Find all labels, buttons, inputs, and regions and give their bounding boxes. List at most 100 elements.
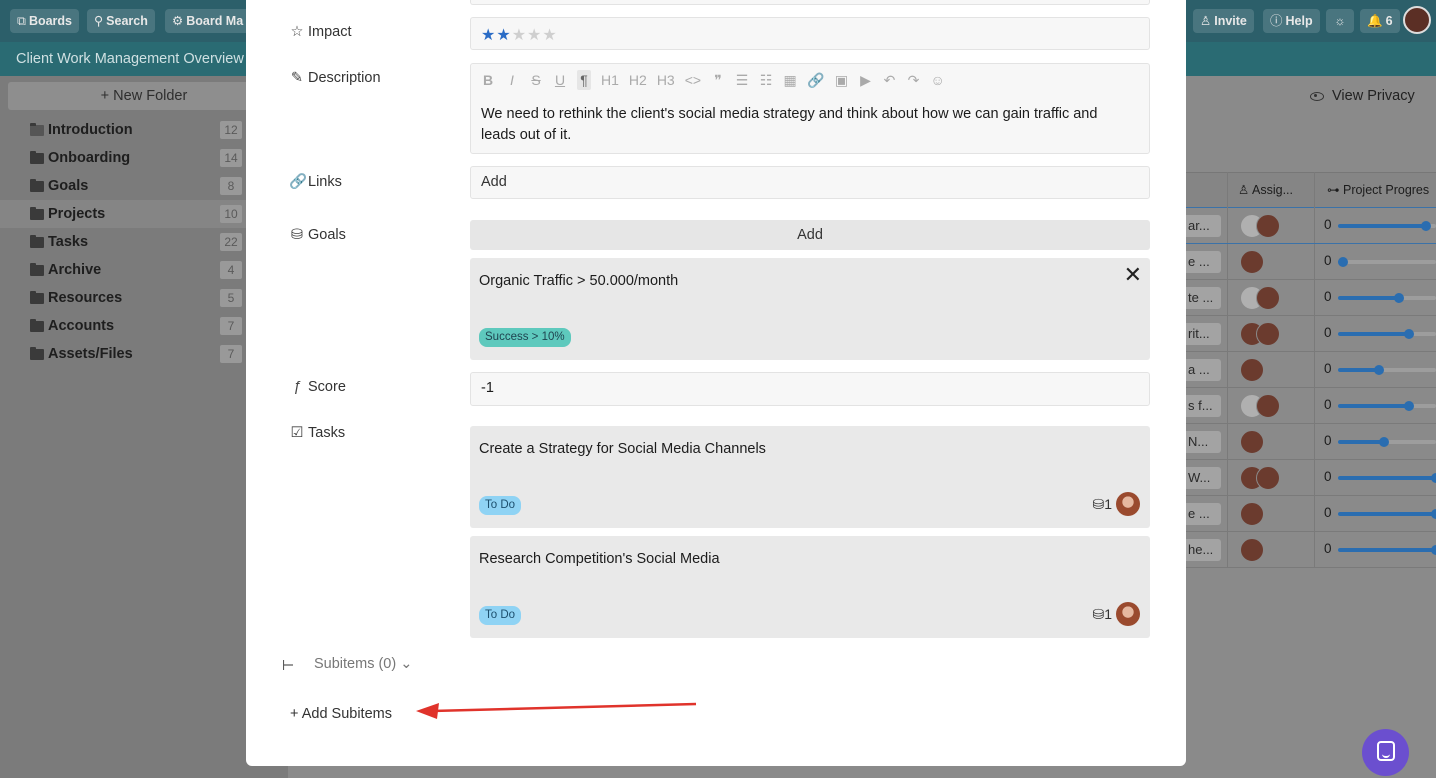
sidebar: + New Folder Introduction 12 Onboarding 14… [0, 76, 288, 778]
table-row[interactable]: N... 0 [1186, 424, 1436, 460]
progress-icon: ⊶ [1327, 183, 1343, 197]
folder-icon [30, 151, 44, 164]
boards-button[interactable]: ⧉ Boards [10, 9, 80, 33]
new-folder-button[interactable]: + New Folder [8, 82, 280, 110]
progress-track[interactable] [1338, 221, 1436, 231]
progress-track[interactable] [1338, 401, 1436, 411]
item-count: 4 [220, 261, 242, 279]
table-row[interactable]: s f... 0 [1186, 388, 1436, 424]
column-header-assignee[interactable]: ♙ Assig... [1238, 182, 1293, 197]
item-count: 5 [220, 289, 242, 307]
avatar [1256, 286, 1280, 310]
item-detail-modal: ☆ Impact ★★★★★ ✎ Description B I S U ¶ H1 H2 H3 <>… [246, 0, 1186, 766]
sidebar-item-projects[interactable]: Projects 10 [0, 200, 288, 228]
user-icon: ♙ [1200, 14, 1212, 28]
progress-fill [1338, 512, 1436, 516]
row-title[interactable]: a ... [1186, 359, 1221, 381]
bell-icon: 🔔 [1367, 14, 1383, 28]
item-count: 8 [220, 177, 242, 195]
board-title: Client Work Management Overview [16, 51, 244, 67]
sidebar-item-tasks[interactable]: Tasks 22 [0, 228, 288, 256]
progress-handle[interactable] [1431, 509, 1436, 519]
row-title[interactable]: rit... [1186, 323, 1221, 345]
eye-icon [1310, 91, 1324, 101]
sidebar-item-accounts[interactable]: Accounts 7 [0, 312, 288, 340]
gear-icon: ⚙ [172, 14, 184, 28]
progress-value: 0 [1324, 505, 1332, 520]
progress-track[interactable] [1338, 329, 1436, 339]
table-row[interactable]: ar... 0 [1186, 208, 1436, 244]
progress-track[interactable] [1338, 473, 1436, 483]
people-icon: ♙ [1238, 183, 1252, 197]
progress-handle[interactable] [1403, 401, 1414, 411]
row-title[interactable]: s f... [1186, 395, 1221, 417]
table-row[interactable]: te ... 0 [1186, 280, 1436, 316]
item-count: 14 [220, 149, 242, 167]
progress-handle[interactable] [1337, 257, 1348, 267]
table-row[interactable]: rit... 0 [1186, 316, 1436, 352]
sidebar-item-introduction[interactable]: Introduction 12 [0, 116, 288, 144]
progress-handle[interactable] [1403, 329, 1414, 339]
folder-icon [30, 291, 44, 304]
notifications-button[interactable]: 🔔 6 [1360, 9, 1400, 33]
avatar [1240, 538, 1264, 562]
progress-handle[interactable] [1393, 293, 1404, 303]
table-row[interactable]: a ... 0 [1186, 352, 1436, 388]
board-manager-button[interactable]: ⚙ Board Ma [165, 9, 247, 33]
progress-value: 0 [1324, 253, 1332, 268]
invite-button[interactable]: ♙ Invite [1193, 9, 1254, 33]
progress-track[interactable] [1337, 257, 1436, 267]
progress-value: 0 [1324, 541, 1332, 556]
progress-value: 0 [1324, 469, 1332, 484]
plus-icon: + [100, 88, 114, 104]
item-count: 10 [220, 205, 242, 223]
folder-icon [30, 263, 44, 276]
folder-tree: Introduction 12 Onboarding 14 Goals 8 Proje… [0, 116, 288, 368]
user-avatar[interactable] [1403, 6, 1431, 34]
row-title[interactable]: ar... [1186, 215, 1221, 237]
sun-icon: ☼ [1334, 14, 1346, 28]
progress-fill [1338, 440, 1385, 444]
progress-handle[interactable] [1431, 545, 1436, 555]
row-title[interactable]: te ... [1186, 287, 1221, 309]
progress-handle[interactable] [1379, 437, 1390, 447]
chat-launcher-button[interactable] [1362, 729, 1409, 776]
progress-handle[interactable] [1431, 473, 1436, 483]
hidden-folder-icon [30, 123, 44, 136]
table-row[interactable]: he... 0 [1186, 532, 1436, 568]
column-header-progress[interactable]: ⊶ Project Progres [1327, 182, 1429, 197]
help-button[interactable]: ⓘ Help [1263, 9, 1320, 33]
progress-value: 0 [1324, 397, 1332, 412]
sidebar-item-onboarding[interactable]: Onboarding 14 [0, 144, 288, 172]
table-row[interactable]: e ... 0 [1186, 244, 1436, 280]
sidebar-item-archive[interactable]: Archive 4 [0, 256, 288, 284]
row-title[interactable]: N... [1186, 431, 1221, 453]
item-count: 22 [220, 233, 242, 251]
progress-track[interactable] [1338, 545, 1436, 555]
theme-toggle[interactable]: ☼ [1326, 9, 1354, 33]
progress-track[interactable] [1338, 509, 1436, 519]
progress-fill [1338, 404, 1409, 408]
progress-track[interactable] [1338, 437, 1436, 447]
progress-fill [1338, 476, 1436, 480]
table-row[interactable]: W... 0 [1186, 460, 1436, 496]
view-privacy-button[interactable]: View Privacy [1310, 88, 1415, 104]
search-button[interactable]: ⚲ Search [87, 9, 155, 33]
progress-fill [1338, 368, 1380, 372]
table-row[interactable]: e ... 0 [1186, 496, 1436, 532]
sidebar-item-resources[interactable]: Resources 5 [0, 284, 288, 312]
search-icon: ⚲ [94, 14, 104, 28]
annotation-arrow [416, 702, 697, 719]
row-title[interactable]: e ... [1186, 503, 1221, 525]
progress-value: 0 [1324, 217, 1332, 232]
folder-icon [30, 347, 44, 360]
row-title[interactable]: he... [1186, 539, 1221, 561]
sidebar-item-assets-files[interactable]: Assets/Files 7 [0, 340, 288, 368]
row-title[interactable]: W... [1186, 467, 1221, 489]
progress-track[interactable] [1338, 365, 1436, 375]
progress-handle[interactable] [1374, 365, 1385, 375]
progress-track[interactable] [1338, 293, 1436, 303]
row-title[interactable]: e ... [1186, 251, 1221, 273]
progress-handle[interactable] [1421, 221, 1432, 231]
sidebar-item-goals[interactable]: Goals 8 [0, 172, 288, 200]
